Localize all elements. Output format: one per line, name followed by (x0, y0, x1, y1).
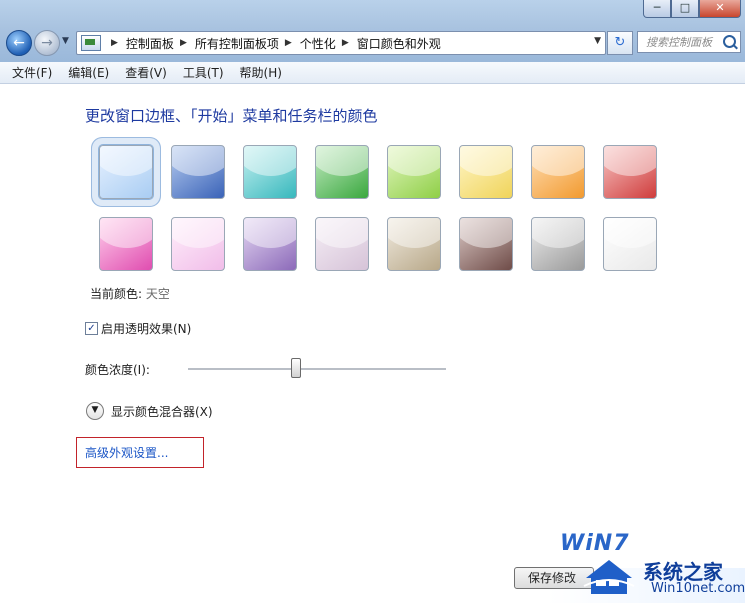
color-swatch-leaf[interactable] (315, 145, 369, 199)
minimize-button[interactable]: ─ (643, 0, 671, 18)
breadcrumb-window-color[interactable]: 窗口颜色和外观 (357, 35, 441, 52)
search-input[interactable]: 搜索控制面板 (637, 31, 741, 53)
color-mixer-toggle[interactable]: ▼ 显示颜色混合器(X) (86, 402, 213, 420)
color-mixer-label[interactable]: 显示颜色混合器(X) (111, 403, 213, 420)
intensity-slider-thumb[interactable] (291, 358, 302, 378)
color-swatch-sea[interactable] (243, 145, 297, 199)
recent-pages-dropdown[interactable]: ▼ (62, 36, 69, 46)
breadcrumb-separator[interactable]: ▶ (180, 38, 187, 48)
current-color-value: 天空 (145, 287, 170, 301)
refresh-button[interactable]: ↻ (607, 31, 633, 55)
breadcrumb-control-panel[interactable]: 控制面板 (126, 35, 174, 52)
page-title: 更改窗口边框、「开始」菜单和任务栏的颜色 (85, 107, 378, 125)
maximize-button[interactable]: □ (671, 0, 699, 18)
menu-bar: 文件(F) 编辑(E) 查看(V) 工具(T) 帮助(H) (0, 62, 745, 84)
control-panel-icon (81, 35, 101, 51)
menu-tools[interactable]: 工具(T) (183, 64, 224, 81)
menu-help[interactable]: 帮助(H) (240, 64, 282, 81)
color-swatch-lemon[interactable] (459, 145, 513, 199)
color-swatch-tangerine[interactable] (531, 145, 585, 199)
navigation-bar: ← → ▼ ▶ 控制面板 ▶ 所有控制面板项 ▶ 个性化 ▶ 窗口颜色和外观 ▼… (4, 28, 741, 56)
intensity-slider-track[interactable] (188, 368, 446, 371)
forward-arrow-icon: → (41, 35, 53, 51)
breadcrumb-personalization[interactable]: 个性化 (300, 35, 336, 52)
color-swatch-ruby[interactable] (603, 145, 657, 199)
address-bar[interactable]: ▶ 控制面板 ▶ 所有控制面板项 ▶ 个性化 ▶ 窗口颜色和外观 ▼ (76, 31, 606, 55)
back-button[interactable]: ← (6, 30, 32, 56)
color-swatch-chocolate[interactable] (459, 217, 513, 271)
color-swatch-fuchsia[interactable] (99, 217, 153, 271)
transparency-checkbox[interactable]: ✓ 启用透明效果(N) (85, 320, 191, 337)
watermark-house-logo (583, 560, 635, 594)
color-swatch-slate[interactable] (531, 217, 585, 271)
breadcrumb-separator[interactable]: ▶ (342, 38, 349, 48)
main-content: 更改窗口边框、「开始」菜单和任务栏的颜色 当前颜色: 天空 ✓ 启用透明效果(N… (0, 84, 745, 603)
breadcrumb-all-items[interactable]: 所有控制面板项 (195, 35, 279, 52)
breadcrumb-separator[interactable]: ▶ (285, 38, 292, 48)
forward-button[interactable]: → (34, 30, 60, 56)
menu-file[interactable]: 文件(F) (12, 64, 52, 81)
transparency-label[interactable]: 启用透明效果(N) (101, 320, 191, 337)
watermark-url: Win10net.com (651, 581, 745, 596)
color-swatch-frost[interactable] (603, 217, 657, 271)
search-icon[interactable] (723, 35, 736, 48)
window-frame: ─ □ ✕ ← → ▼ ▶ 控制面板 ▶ 所有控制面板项 ▶ 个性化 ▶ 窗口颜… (0, 0, 745, 63)
watermark-brand: WiN7 (560, 531, 630, 556)
color-swatch-blush[interactable] (171, 217, 225, 271)
color-swatch-violet[interactable] (243, 217, 297, 271)
advanced-appearance-link[interactable]: 高级外观设置... (85, 444, 168, 461)
menu-view[interactable]: 查看(V) (125, 64, 167, 81)
color-swatch-sky[interactable] (98, 144, 154, 200)
breadcrumb-separator[interactable]: ▶ (111, 38, 118, 48)
advanced-settings-highlight: 高级外观设置... (76, 437, 204, 468)
color-swatch-lavender[interactable] (315, 217, 369, 271)
chevron-down-icon[interactable]: ▼ (86, 402, 104, 420)
refresh-icon: ↻ (614, 35, 626, 50)
address-dropdown-icon[interactable]: ▼ (594, 36, 601, 46)
close-button[interactable]: ✕ (699, 0, 741, 18)
caption-buttons: ─ □ ✕ (643, 0, 741, 18)
current-color-label: 当前颜色: (90, 287, 143, 301)
color-swatch-taupe[interactable] (387, 217, 441, 271)
search-placeholder: 搜索控制面板 (646, 36, 712, 49)
back-arrow-icon: ← (13, 35, 25, 51)
color-swatch-twilight[interactable] (171, 145, 225, 199)
menu-edit[interactable]: 编辑(E) (68, 64, 109, 81)
checkbox-check-icon[interactable]: ✓ (85, 322, 98, 335)
color-swatch-lime[interactable] (387, 145, 441, 199)
current-color: 当前颜色: 天空 (90, 285, 170, 302)
intensity-label: 颜色浓度(I): (85, 363, 150, 377)
